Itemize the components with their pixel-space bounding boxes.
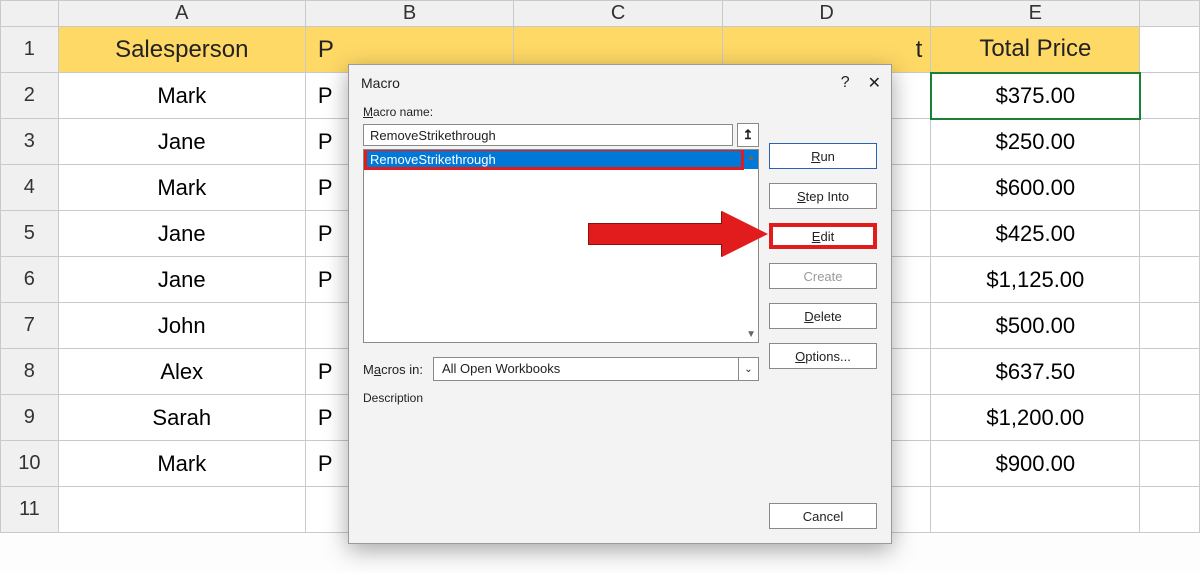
row-header-5[interactable]: 5	[1, 211, 59, 257]
cell-A7[interactable]: John	[58, 303, 305, 349]
cell-F1[interactable]	[1140, 27, 1200, 73]
col-header-extra[interactable]	[1140, 1, 1200, 27]
cell-E9[interactable]: $1,200.00	[931, 395, 1140, 441]
row-header-4[interactable]: 4	[1, 165, 59, 211]
macro-list-item-selected[interactable]: RemoveStrikethrough	[364, 150, 758, 169]
cell-E6[interactable]: $1,125.00	[931, 257, 1140, 303]
column-header-row: A B C D E	[1, 1, 1200, 27]
cell-A5[interactable]: Jane	[58, 211, 305, 257]
cell-A1[interactable]: Salesperson	[58, 27, 305, 73]
cell-E1[interactable]: Total Price	[931, 27, 1140, 73]
row-header-3[interactable]: 3	[1, 119, 59, 165]
run-button[interactable]: Run	[769, 143, 877, 169]
scroll-up-icon[interactable]: ▲	[746, 152, 756, 163]
col-header-B[interactable]: B	[305, 1, 514, 27]
row-header-7[interactable]: 7	[1, 303, 59, 349]
up-arrow-icon: ↥	[743, 127, 754, 143]
macro-name-input[interactable]: RemoveStrikethrough	[363, 124, 733, 146]
macros-in-label: Macros in:	[363, 362, 423, 377]
cell-E5[interactable]: $425.00	[931, 211, 1140, 257]
goto-reference-button[interactable]: ↥	[737, 123, 759, 147]
edit-button[interactable]: Edit	[769, 223, 877, 249]
cell-A10[interactable]: Mark	[58, 441, 305, 487]
row-header-2[interactable]: 2	[1, 73, 59, 119]
col-header-A[interactable]: A	[58, 1, 305, 27]
macros-in-value: All Open Workbooks	[434, 358, 738, 380]
cell-E3[interactable]: $250.00	[931, 119, 1140, 165]
macro-name-label: Macro name:	[363, 105, 877, 119]
scroll-down-icon[interactable]: ▼	[746, 329, 756, 340]
cell-A9[interactable]: Sarah	[58, 395, 305, 441]
cell-E7[interactable]: $500.00	[931, 303, 1140, 349]
create-button: Create	[769, 263, 877, 289]
cell-E4[interactable]: $600.00	[931, 165, 1140, 211]
col-header-D[interactable]: D	[722, 1, 930, 27]
row-header-10[interactable]: 10	[1, 441, 59, 487]
cell-E2-selected[interactable]: $375.00	[931, 73, 1140, 119]
macro-listbox[interactable]: RemoveStrikethrough ▲ ▼	[363, 149, 759, 343]
row-header-1[interactable]: 1	[1, 27, 59, 73]
cell-F2[interactable]	[1140, 73, 1200, 119]
cell-E10[interactable]: $900.00	[931, 441, 1140, 487]
delete-button[interactable]: Delete	[769, 303, 877, 329]
dialog-title: Macro	[361, 75, 400, 91]
options-button[interactable]: Options...	[769, 343, 877, 369]
col-header-E[interactable]: E	[931, 1, 1140, 27]
row-header-9[interactable]: 9	[1, 395, 59, 441]
step-into-button[interactable]: Step Into	[769, 183, 877, 209]
chevron-down-icon: ⌄	[738, 358, 758, 380]
row-header-11[interactable]: 11	[1, 487, 59, 533]
cell-E8[interactable]: $637.50	[931, 349, 1140, 395]
macros-in-combobox[interactable]: All Open Workbooks ⌄	[433, 357, 759, 381]
select-all-corner[interactable]	[1, 1, 59, 27]
cell-A6[interactable]: Jane	[58, 257, 305, 303]
cell-A4[interactable]: Mark	[58, 165, 305, 211]
help-icon[interactable]: ?	[841, 74, 850, 92]
col-header-C[interactable]: C	[514, 1, 722, 27]
close-icon[interactable]: ✕	[868, 73, 881, 93]
cell-A11[interactable]	[58, 487, 305, 533]
cell-A2[interactable]: Mark	[58, 73, 305, 119]
cell-A3[interactable]: Jane	[58, 119, 305, 165]
macro-dialog: Macro ? ✕ Macro name: RemoveStrikethroug…	[348, 64, 892, 544]
cell-A8[interactable]: Alex	[58, 349, 305, 395]
cancel-button[interactable]: Cancel	[769, 503, 877, 529]
dialog-titlebar[interactable]: Macro ? ✕	[349, 65, 891, 97]
description-label: Description	[363, 391, 759, 405]
row-header-6[interactable]: 6	[1, 257, 59, 303]
row-header-8[interactable]: 8	[1, 349, 59, 395]
